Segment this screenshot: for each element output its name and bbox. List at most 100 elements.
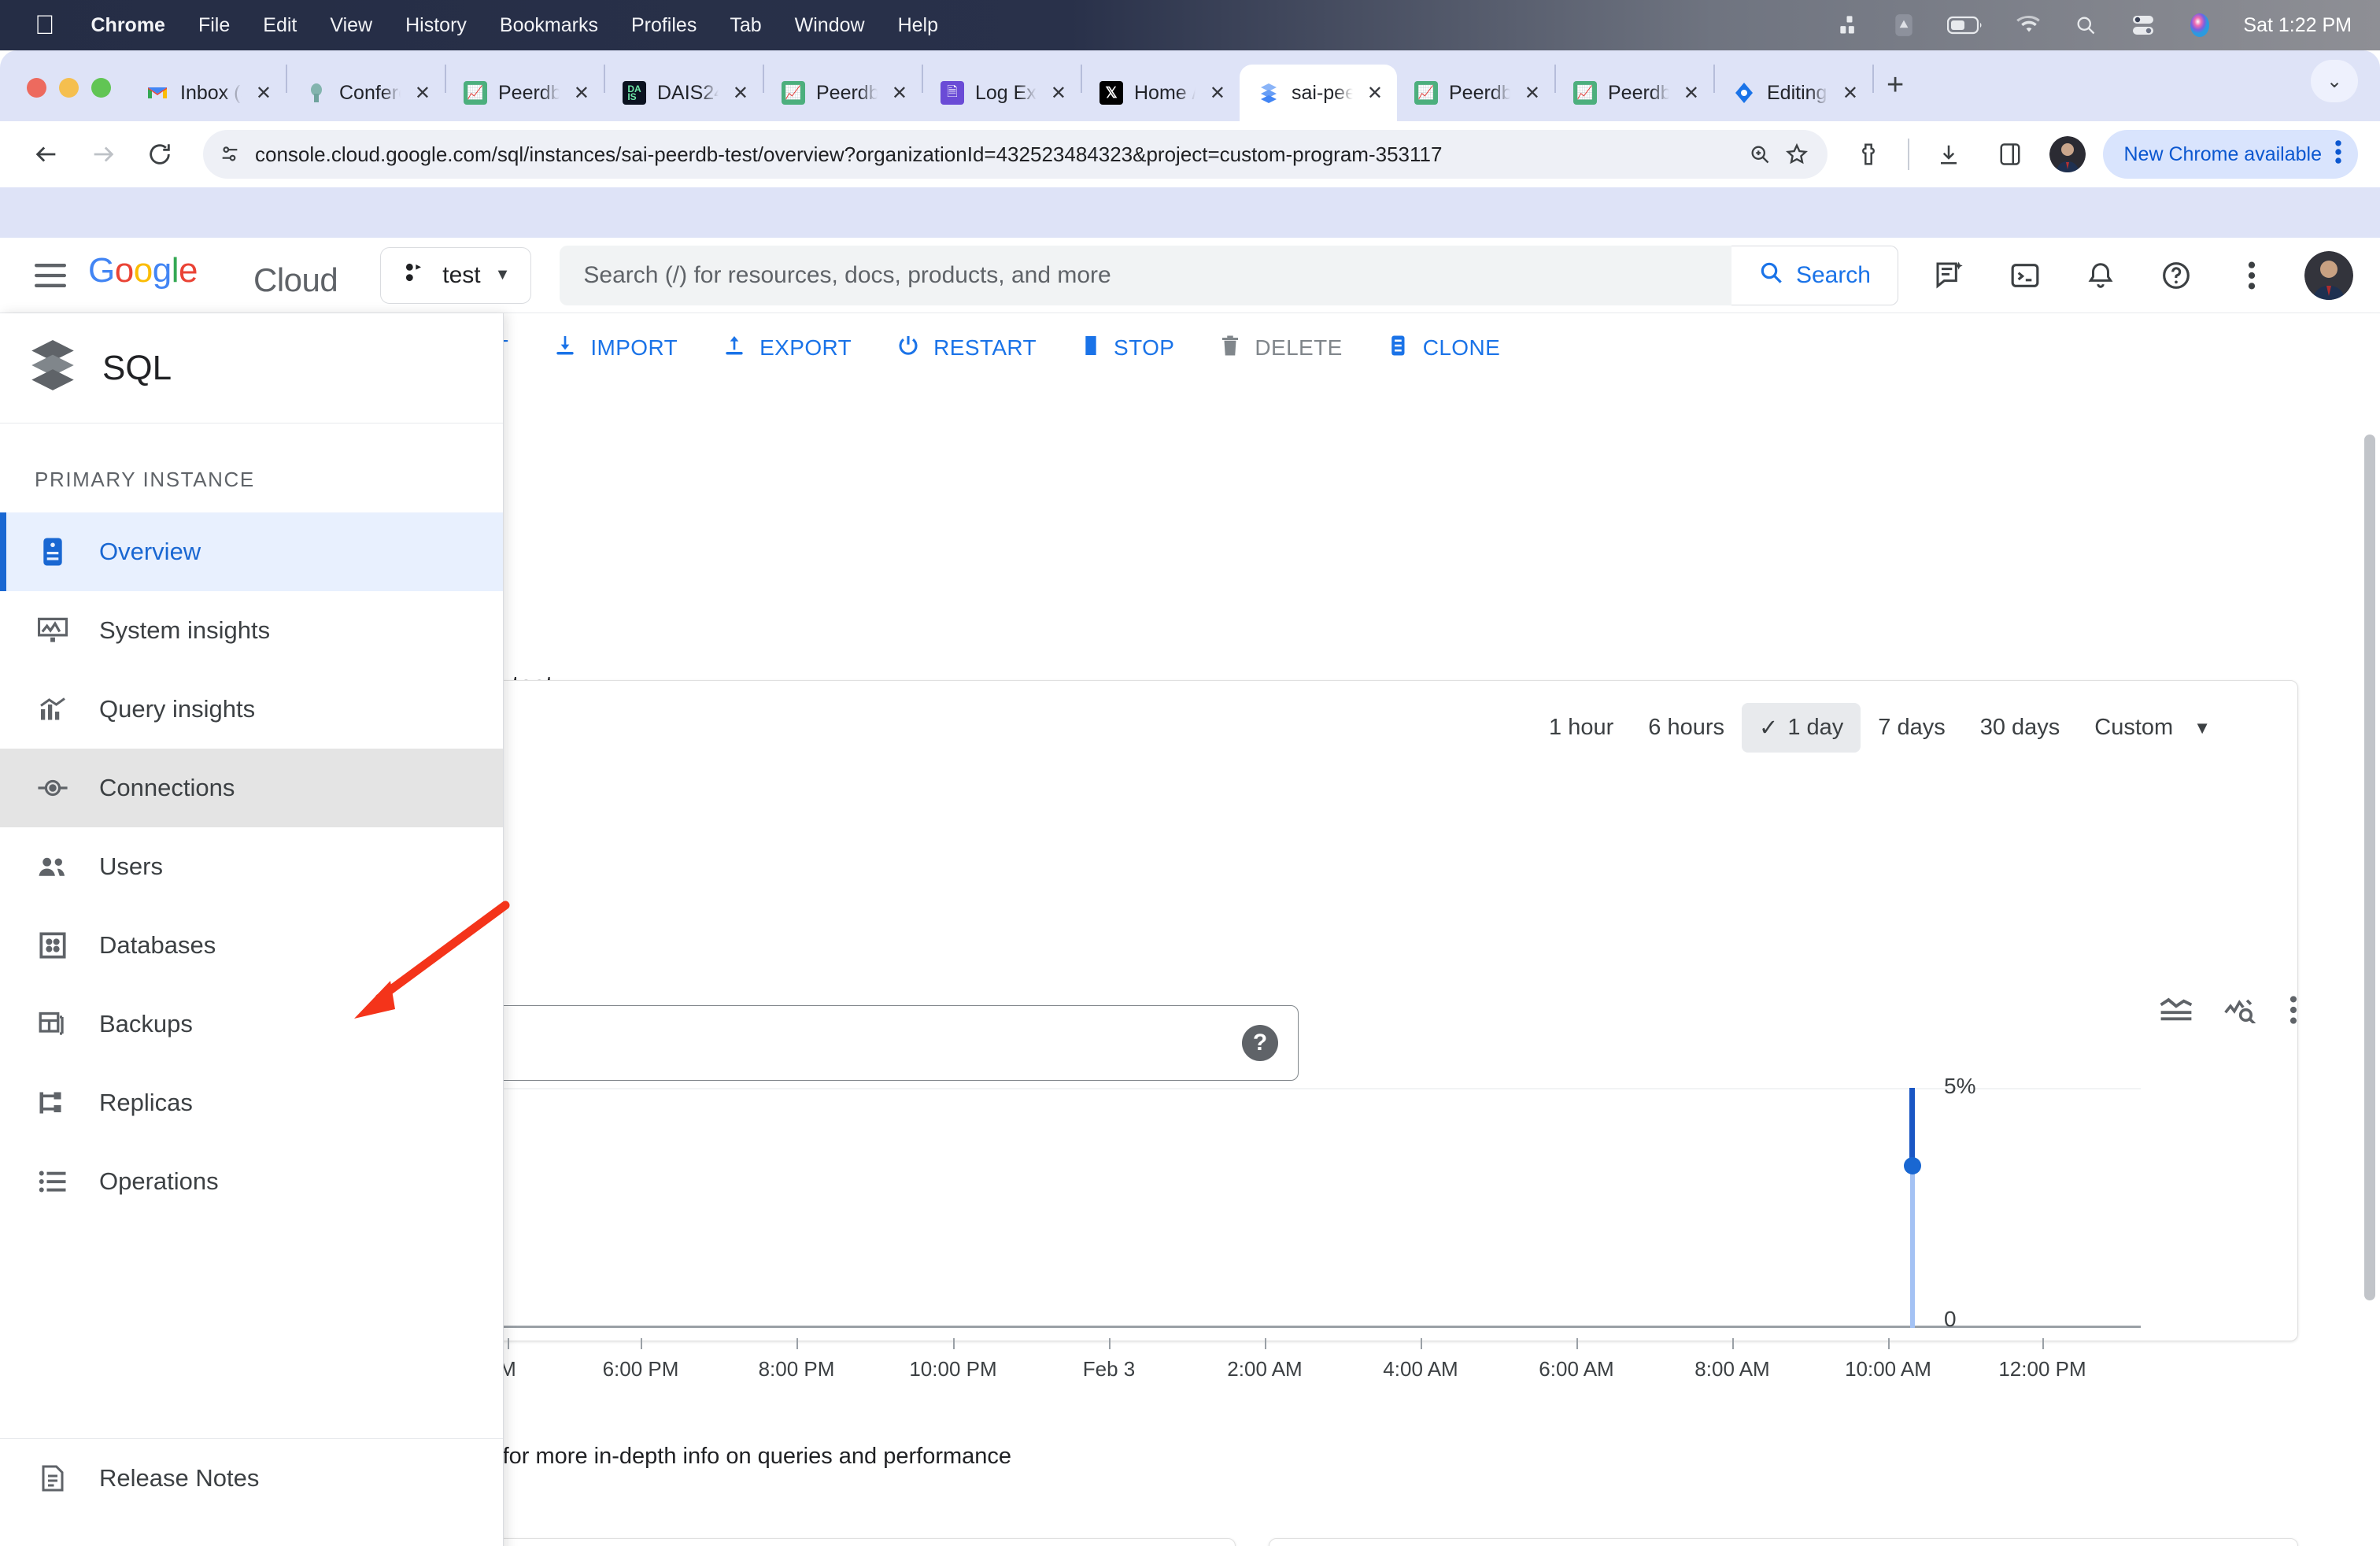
- alert-diamond-icon[interactable]: [1894, 13, 1914, 37]
- action-restart[interactable]: RESTART: [874, 333, 1059, 364]
- tab-log-explorer[interactable]: 🗎 Log Expl ✕: [923, 65, 1081, 121]
- google-cloud-logo[interactable]: Google Cloud: [88, 252, 338, 299]
- chart-data-point[interactable]: [1904, 1157, 1921, 1174]
- close-icon[interactable]: ✕: [253, 82, 275, 105]
- sidebar-item-operations[interactable]: Operations: [0, 1142, 503, 1221]
- extensions-icon[interactable]: [1846, 132, 1890, 176]
- tab-editing[interactable]: Editing " ✕: [1715, 65, 1872, 121]
- tab-peerdb-3[interactable]: 📈 Peerdb C ✕: [1397, 65, 1554, 121]
- close-icon[interactable]: ✕: [412, 82, 434, 105]
- profile-avatar[interactable]: [2049, 136, 2086, 172]
- chart-explore-icon[interactable]: [2224, 997, 2257, 1023]
- downloads-icon[interactable]: [1927, 132, 1971, 176]
- page-scrollbar[interactable]: [2364, 435, 2375, 1300]
- close-icon[interactable]: ✕: [1207, 82, 1229, 105]
- collapse-panel-icon[interactable]: [0, 1518, 503, 1546]
- new-tab-button[interactable]: +: [1874, 68, 1920, 121]
- sidebar-item-connections[interactable]: Connections: [0, 749, 503, 827]
- apple-logo-icon[interactable]: : [35, 12, 55, 39]
- menu-tab[interactable]: Tab: [730, 14, 761, 37]
- time-range-6-hours[interactable]: 6 hours: [1631, 704, 1742, 752]
- search-input[interactable]: Search (/) for resources, docs, products…: [560, 246, 1731, 305]
- menu-profiles[interactable]: Profiles: [631, 14, 697, 37]
- action-import[interactable]: IMPORT: [530, 333, 700, 364]
- cpu-utilization-chart[interactable]: 5% 0: [252, 1088, 2141, 1328]
- stacked-lines-icon[interactable]: [2160, 997, 2193, 1023]
- menu-help[interactable]: Help: [898, 14, 938, 37]
- time-range-1-hour[interactable]: 1 hour: [1532, 704, 1631, 752]
- minimize-window-button[interactable]: [59, 78, 79, 98]
- site-settings-icon[interactable]: [219, 143, 241, 165]
- sidebar-item-databases[interactable]: Databases: [0, 906, 503, 985]
- close-icon[interactable]: ✕: [889, 82, 911, 105]
- time-range-30-days[interactable]: 30 days: [1963, 704, 2078, 752]
- reload-button[interactable]: [135, 130, 184, 179]
- close-icon[interactable]: ✕: [730, 82, 752, 105]
- tab-sai-peerdb-test[interactable]: sai-peer ✕: [1240, 65, 1397, 121]
- menu-history[interactable]: History: [405, 14, 467, 37]
- grid-icon[interactable]: [1839, 14, 1861, 36]
- wifi-icon[interactable]: [2016, 16, 2042, 35]
- close-icon[interactable]: ✕: [1521, 82, 1543, 105]
- menu-bar-clock[interactable]: Sat 1:22 PM: [2243, 14, 2352, 37]
- close-icon[interactable]: ✕: [1839, 82, 1861, 105]
- forward-button[interactable]: [79, 130, 128, 179]
- side-panel-icon[interactable]: [1988, 132, 2032, 176]
- maximize-window-button[interactable]: [91, 78, 111, 98]
- menu-chrome[interactable]: Chrome: [91, 14, 165, 37]
- tab-search-icon[interactable]: ⌄: [2311, 60, 2358, 102]
- user-avatar[interactable]: [2304, 251, 2353, 300]
- tab-peerdb-4[interactable]: 📈 Peerdb U ✕: [1556, 65, 1713, 121]
- sidebar-item-query-insights[interactable]: Query insights: [0, 670, 503, 749]
- search-icon[interactable]: [2075, 14, 2097, 36]
- cloud-shell-icon[interactable]: [2002, 253, 2048, 298]
- search-button[interactable]: Search: [1731, 246, 1898, 305]
- menu-edit[interactable]: Edit: [263, 14, 297, 37]
- battery-icon[interactable]: [1947, 16, 1983, 35]
- time-range-custom[interactable]: Custom: [2077, 704, 2190, 752]
- back-button[interactable]: [22, 130, 71, 179]
- sidebar-item-backups[interactable]: Backups: [0, 985, 503, 1063]
- tab-inbox[interactable]: Inbox (5, ✕: [128, 65, 286, 121]
- bookmark-star-icon[interactable]: [1785, 142, 1809, 166]
- sidebar-item-system-insights[interactable]: System insights: [0, 591, 503, 670]
- chevron-down-icon[interactable]: ▼: [2190, 718, 2211, 738]
- notifications-bell-icon[interactable]: [2078, 253, 2123, 298]
- time-range-7-days[interactable]: 7 days: [1861, 704, 1962, 752]
- menu-file[interactable]: File: [198, 14, 230, 37]
- project-selector[interactable]: test ▼: [380, 247, 531, 304]
- close-window-button[interactable]: [27, 78, 46, 98]
- menu-bookmarks[interactable]: Bookmarks: [500, 14, 598, 37]
- gemini-chat-icon[interactable]: [1927, 253, 1972, 298]
- tab-conference[interactable]: Conferen ✕: [287, 65, 445, 121]
- time-range-1-day[interactable]: ✓ 1 day: [1742, 703, 1861, 753]
- sidebar-item-replicas[interactable]: Replicas: [0, 1063, 503, 1142]
- close-icon[interactable]: ✕: [1048, 82, 1070, 105]
- hamburger-icon[interactable]: [22, 247, 79, 304]
- close-icon[interactable]: ✕: [1364, 82, 1386, 105]
- tab-dais24[interactable]: DAIS DAIS24 C ✕: [605, 65, 763, 121]
- help-icon[interactable]: [2153, 253, 2199, 298]
- chart-more-options-icon[interactable]: [2289, 995, 2298, 1025]
- menu-view[interactable]: View: [330, 14, 372, 37]
- action-export[interactable]: EXPORT: [700, 333, 874, 364]
- metric-help-icon[interactable]: ?: [1242, 1025, 1278, 1061]
- more-menu-icon[interactable]: [2334, 139, 2342, 170]
- tab-x-home[interactable]: 𝕏 Home / X ✕: [1082, 65, 1240, 121]
- tab-peerdb-2[interactable]: 📈 Peerdb U ✕: [764, 65, 922, 121]
- control-center-icon[interactable]: [2130, 14, 2156, 36]
- sidebar-item-release-notes[interactable]: Release Notes: [0, 1439, 503, 1518]
- menu-window[interactable]: Window: [795, 14, 865, 37]
- tab-peerdb-1[interactable]: 📈 Peerdb U ✕: [446, 65, 604, 121]
- more-options-icon[interactable]: [2229, 253, 2275, 298]
- siri-icon[interactable]: [2190, 13, 2210, 38]
- new-chrome-available-button[interactable]: New Chrome available: [2103, 130, 2358, 179]
- action-delete[interactable]: DELETE: [1196, 333, 1364, 364]
- action-stop[interactable]: STOP: [1059, 333, 1196, 364]
- sidebar-item-users[interactable]: Users: [0, 827, 503, 906]
- window-controls[interactable]: [0, 78, 128, 121]
- chevron-down-icon[interactable]: ▼: [495, 266, 511, 284]
- zoom-icon[interactable]: [1749, 143, 1771, 165]
- sidebar-item-overview[interactable]: Overview: [0, 512, 503, 591]
- close-icon[interactable]: ✕: [1680, 82, 1702, 105]
